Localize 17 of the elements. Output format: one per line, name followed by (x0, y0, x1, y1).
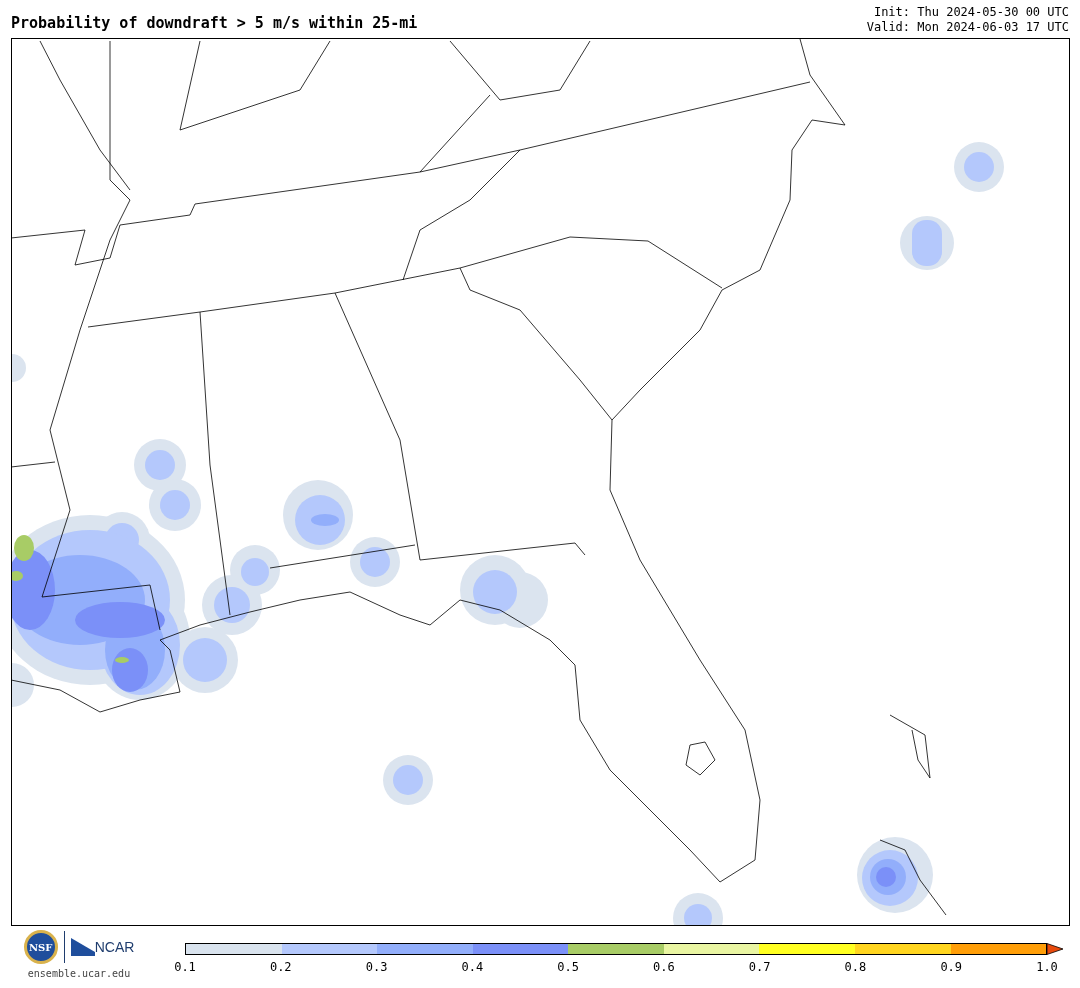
colorbar-tick-label: 0.7 (748, 961, 771, 973)
nsf-seal-logo: NSF (23, 930, 58, 964)
valid-time: Valid: Mon 2024-06-03 17 UTC (866, 20, 1069, 35)
colorbar-tick-label: 0.1 (174, 961, 196, 973)
colorbar-tick-label: 0.2 (269, 961, 292, 973)
colorbar-tick-label: 0.3 (365, 961, 388, 973)
site-url: ensemble.ucar.edu (27, 967, 131, 981)
colorbar-tick-label: 0.6 (653, 961, 675, 973)
colorbar-tick-label: 0.5 (557, 961, 579, 973)
ncar-logo-icon (70, 938, 95, 956)
map-title: Probability of downdraft > 5 m/s within 25-mi (11, 12, 418, 34)
init-time: Init: Thu 2024-05-30 00 UTC (873, 5, 1069, 20)
colorbar-tick-label: 0.4 (461, 961, 484, 973)
colorbar-tick-label: 0.8 (844, 961, 867, 973)
colorbar-tick-label: 1.0 (1036, 961, 1058, 973)
colorbar-tick-label: 0.9 (940, 961, 963, 973)
ncar-wordmark: NCAR (94, 940, 135, 954)
